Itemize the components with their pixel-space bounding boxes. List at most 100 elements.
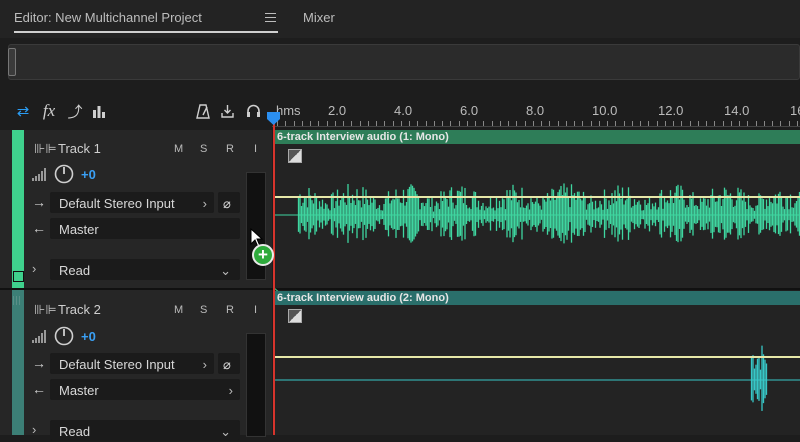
- track-2-automation-mode[interactable]: Read ⌄: [50, 420, 240, 441]
- zoom-navigator[interactable]: [8, 44, 800, 80]
- ruler-tick: [459, 121, 460, 126]
- track-1-automation-mode[interactable]: Read ⌄: [50, 259, 240, 280]
- ruler-tick: [607, 121, 608, 126]
- output-arrow-icon: ←: [32, 381, 46, 397]
- clip-2-header[interactable]: 6-track Interview audio (2: Mono): [273, 291, 800, 305]
- ruler-tick: [500, 121, 501, 126]
- ruler-tick: [343, 121, 344, 126]
- ruler-tick: [533, 121, 534, 126]
- ruler-tick: [681, 121, 682, 126]
- output-arrow-icon: ←: [32, 220, 46, 236]
- ruler-tick: [327, 121, 328, 126]
- ruler-tick: [698, 121, 699, 126]
- ruler-tick: [294, 121, 295, 126]
- track-2-name[interactable]: Track 2: [58, 302, 101, 317]
- sends-icon[interactable]: ⤴: [64, 100, 86, 122]
- clip-1-fade-handle[interactable]: [288, 149, 302, 163]
- clip-1-header[interactable]: 6-track Interview audio (1: Mono): [273, 130, 800, 144]
- track-1-solo-button[interactable]: S: [200, 143, 207, 155]
- clip-2-volume-envelope[interactable]: [273, 356, 800, 358]
- ruler-tick: [615, 121, 616, 126]
- ruler-tick: [549, 121, 550, 126]
- track-2-volume-knob[interactable]: [54, 326, 74, 351]
- zoom-navigator-handle[interactable]: [8, 48, 16, 76]
- track-2-level-meter: [246, 333, 266, 437]
- metronome-icon[interactable]: [192, 100, 214, 122]
- waveform-icon: ⊪⊫: [34, 141, 57, 156]
- track-2-volume-value[interactable]: +0: [81, 329, 96, 344]
- ruler-tick-label: 12.0: [658, 103, 684, 118]
- track-2-mute-button[interactable]: M: [174, 304, 183, 316]
- ruler-tick: [599, 121, 600, 126]
- ruler-tick: [797, 121, 798, 126]
- track-2-record-button[interactable]: R: [226, 304, 234, 316]
- track-2-solo-button[interactable]: S: [200, 304, 207, 316]
- drag-handle-icon[interactable]: [13, 296, 22, 305]
- track-2-color-stripe[interactable]: [12, 290, 24, 435]
- ruler-tick: [772, 121, 773, 126]
- ruler-tick-label: 16.0: [790, 103, 800, 118]
- headphones-icon[interactable]: [242, 100, 264, 122]
- ruler-tick: [624, 121, 625, 126]
- clip-2-waveform: [273, 345, 800, 411]
- chevron-down-icon: ⌄: [220, 263, 231, 278]
- ruler-tick-label: 8.0: [526, 103, 545, 118]
- ruler-tick: [384, 121, 385, 126]
- ruler-tick: [467, 121, 468, 126]
- clip-2-fade-handle[interactable]: [288, 309, 302, 323]
- track-1-volume-value[interactable]: +0: [81, 167, 96, 182]
- chevron-right-icon: ›: [202, 196, 207, 211]
- track-2-output-label: Master: [59, 383, 99, 398]
- ruler-tick: [376, 121, 377, 126]
- track-2-input-label: Default Stereo Input: [59, 357, 175, 372]
- track-2-output-select[interactable]: Master ›: [50, 379, 240, 400]
- ruler-tick: [747, 121, 748, 126]
- track-1-volume-knob[interactable]: [54, 164, 74, 189]
- chevron-right-icon: ›: [228, 383, 233, 398]
- input-arrow-icon: →: [32, 194, 46, 210]
- ruler-tick: [764, 121, 765, 126]
- track-1-input-select[interactable]: Default Stereo Input ›: [50, 192, 214, 213]
- track-1-input-label: Default Stereo Input: [59, 196, 175, 211]
- tab-editor[interactable]: Editor: New Multichannel Project: [14, 10, 202, 25]
- track-2-input-select[interactable]: Default Stereo Input ›: [50, 353, 214, 374]
- panel-menu-icon[interactable]: [265, 13, 276, 22]
- ruler-tick: [657, 121, 658, 126]
- ruler-tick: [706, 121, 707, 126]
- ruler-tick: [632, 121, 633, 126]
- eq-icon[interactable]: [88, 100, 110, 122]
- ruler-tick-label: 14.0: [724, 103, 750, 118]
- clip-1-title: 6-track Interview audio (1: Mono): [277, 131, 449, 143]
- track-1-polarity-button[interactable]: ⌀: [218, 192, 240, 213]
- expand-chevron-icon[interactable]: ›: [32, 261, 36, 276]
- track-1-name[interactable]: Track 1: [58, 141, 101, 156]
- playhead-line[interactable]: [273, 118, 275, 435]
- add-icon: +: [252, 244, 274, 266]
- ruler-tick: [690, 121, 691, 126]
- track-1-monitor-button[interactable]: I: [254, 143, 257, 155]
- track-1-mute-button[interactable]: M: [174, 143, 183, 155]
- inputs-outputs-icon[interactable]: ⇄: [12, 100, 34, 122]
- ruler-tick: [541, 121, 542, 126]
- ruler-tick: [310, 121, 311, 126]
- track-2-polarity-button[interactable]: ⌀: [218, 353, 240, 374]
- track-1-record-button[interactable]: R: [226, 143, 234, 155]
- ruler-tick: [434, 121, 435, 126]
- ruler-tick: [648, 121, 649, 126]
- tab-mixer[interactable]: Mixer: [303, 10, 335, 25]
- clip-1-volume-envelope[interactable]: [273, 196, 800, 198]
- chevron-right-icon: ›: [202, 357, 207, 372]
- ruler-tick: [739, 121, 740, 126]
- ruler-tick: [673, 121, 674, 126]
- effects-icon[interactable]: fx: [38, 100, 60, 122]
- track-2-monitor-button[interactable]: I: [254, 304, 257, 316]
- ruler-tick: [335, 121, 336, 126]
- track-1-select-box[interactable]: [13, 271, 24, 282]
- ruler-tick: [723, 121, 724, 126]
- input-monitor-icon[interactable]: [216, 100, 238, 122]
- active-tab-indicator: [14, 31, 278, 33]
- track-1-output-select[interactable]: Master: [50, 218, 240, 239]
- ruler-tick: [574, 121, 575, 126]
- track-1-color-stripe[interactable]: [12, 130, 24, 288]
- playhead-marker-icon[interactable]: [267, 112, 280, 125]
